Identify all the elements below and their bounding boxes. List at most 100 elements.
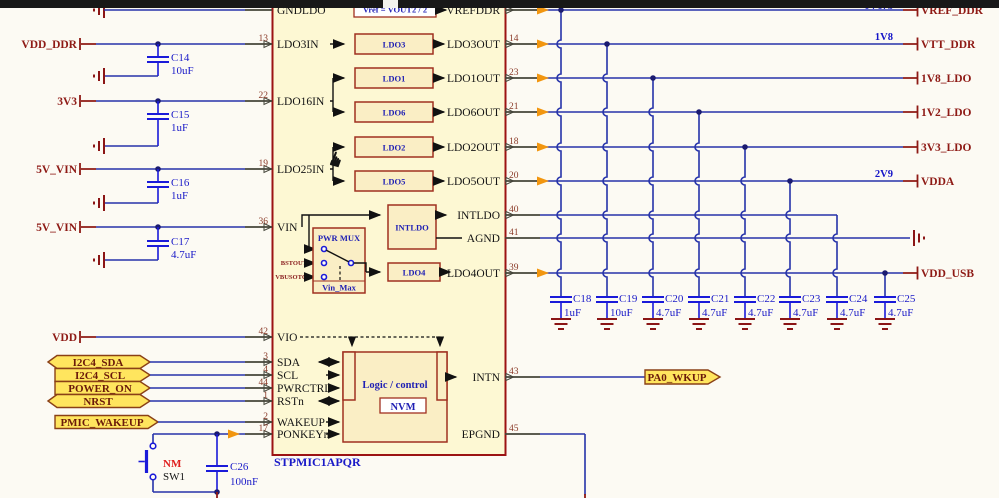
pin-name-ldo4out: LDO4OUT xyxy=(447,268,500,280)
net-flag-label: POWER_ON xyxy=(68,383,132,395)
logic-label: Logic / control xyxy=(362,380,427,391)
pin-name-ldo3out: LDO3OUT xyxy=(447,39,500,51)
switch-contact xyxy=(150,474,156,480)
nvm-label: NVM xyxy=(390,402,415,413)
net-flag-label: PA0_WKUP xyxy=(647,372,706,384)
pin-number: 23 xyxy=(509,68,519,78)
pin-number: 2 xyxy=(263,412,268,422)
mux-contact xyxy=(322,261,327,266)
pin-number: 36 xyxy=(259,217,269,227)
pin-name-vio: VIO xyxy=(277,332,297,344)
power-label-1v8-ldo[interactable]: 1V8_LDO xyxy=(921,73,972,85)
junction-dot xyxy=(604,41,610,47)
volt-annotation-2v9: 2V9 xyxy=(875,169,893,180)
power-port-5v-vin-1[interactable]: 5V_VIN xyxy=(36,164,78,176)
power-label-vtt-ddr[interactable]: VTT_DDR xyxy=(921,39,976,51)
net-flag-label: I2C4_SDA xyxy=(73,357,124,369)
ldo5-label: LDO5 xyxy=(383,177,406,187)
cap-value: 4.7uF xyxy=(888,307,913,319)
cap-ref: C16 xyxy=(171,177,190,189)
pin-name-ldo16in: LDO16IN xyxy=(277,96,325,108)
cap-ref: C20 xyxy=(665,293,684,305)
no-mount-note: NM xyxy=(163,458,182,470)
cap-value: 10uF xyxy=(171,65,194,77)
pin-number: 13 xyxy=(259,34,269,44)
window-top-bar xyxy=(0,0,999,8)
ic-designator: STPMIC1APQR xyxy=(274,455,361,469)
power-port-3v3[interactable]: 3V3 xyxy=(57,96,77,108)
cap-ref: C19 xyxy=(619,293,638,305)
pin-name-ldo6out: LDO6OUT xyxy=(447,107,500,119)
schematic-canvas[interactable]: STPMIC1APQR VDD_DDR C14 10uF 3V3 xyxy=(0,0,999,498)
vin-max-label: Vin_Max xyxy=(322,283,356,293)
pin-number: 39 xyxy=(509,263,519,273)
power-label-vdd-usb[interactable]: VDD_USB xyxy=(921,268,974,280)
pin-number: 42 xyxy=(259,327,269,337)
cap-ref: C15 xyxy=(171,109,190,121)
pin-name-wakeup: WAKEUP xyxy=(277,417,325,429)
power-label-1v2-ldo[interactable]: 1V2_LDO xyxy=(921,107,972,119)
pin-number: 40 xyxy=(509,205,519,215)
logic-left-tab xyxy=(343,352,355,400)
pin-name-ldo1out: LDO1OUT xyxy=(447,73,500,85)
junction-dot xyxy=(787,178,793,184)
cap-ref: C17 xyxy=(171,236,190,248)
mux-contact xyxy=(322,247,327,252)
junction-dot xyxy=(650,75,656,81)
pin-name-sda: SDA xyxy=(277,357,301,369)
pin-number: 1 xyxy=(263,391,268,401)
cap-value: 4.7uF xyxy=(171,249,196,261)
pwr-mux-label: PWR MUX xyxy=(318,233,361,243)
pin-number: 17 xyxy=(259,424,269,434)
junction-dot xyxy=(742,144,748,150)
net-flag-label: PMIC_WAKEUP xyxy=(60,417,143,429)
pin-name-ponkeyn: PONKEYn xyxy=(277,429,330,441)
cap-value: 4.7uF xyxy=(793,307,818,319)
switch-contact xyxy=(150,443,156,449)
pin-number: 19 xyxy=(259,159,269,169)
ldo1-label: LDO1 xyxy=(383,74,406,84)
power-label-3v3-ldo[interactable]: 3V3_LDO xyxy=(921,142,972,154)
pin-name-pwrctrl: PWRCTRL xyxy=(277,383,331,395)
cap-value: 1uF xyxy=(564,307,581,319)
pin-number: 3 xyxy=(263,352,268,362)
cap-value: 4.7uF xyxy=(702,307,727,319)
cap-ref: C26 xyxy=(230,461,249,473)
mux-contact xyxy=(349,261,354,266)
mux-contact xyxy=(322,275,327,280)
pin-name-ldo25in: LDO25IN xyxy=(277,164,325,176)
junction-dot xyxy=(882,270,888,276)
pin-name-vin: VIN xyxy=(277,222,298,234)
power-label-vdda[interactable]: VDDA xyxy=(921,176,955,188)
pin-name-ldo5out: LDO5OUT xyxy=(447,176,500,188)
pwrmux-input-bstout: BSTOUT xyxy=(281,260,308,267)
volt-annotation-1v8: 1V8 xyxy=(875,32,893,43)
pin-name-intldo: INTLDO xyxy=(457,210,500,222)
pin-name-epgnd: EPGND xyxy=(462,429,500,441)
net-flag-label: NRST xyxy=(83,396,113,408)
pin-number: 14 xyxy=(509,34,519,44)
pin-number: 43 xyxy=(509,367,519,377)
cap-ref: C24 xyxy=(849,293,868,305)
power-port-5v-vin-2[interactable]: 5V_VIN xyxy=(36,222,78,234)
pin-number: 44 xyxy=(259,378,269,388)
cap-ref: C18 xyxy=(573,293,592,305)
pin-name-agnd: AGND xyxy=(467,233,500,245)
ldo4-label: LDO4 xyxy=(403,268,426,278)
cap-ref: C25 xyxy=(897,293,916,305)
pin-name-scl: SCL xyxy=(277,370,298,382)
cap-value: 4.7uF xyxy=(656,307,681,319)
pin-name-ldo3in: LDO3IN xyxy=(277,39,319,51)
pin-name-rstn: RSTn xyxy=(277,396,304,408)
power-port-vdd[interactable]: VDD xyxy=(52,332,77,344)
cap-ref: C21 xyxy=(711,293,729,305)
pin-number: 41 xyxy=(509,228,519,238)
net-flag-label: I2C4_SCL xyxy=(75,370,125,382)
pin-number: 18 xyxy=(509,137,519,147)
power-port-vdd-ddr[interactable]: VDD_DDR xyxy=(21,39,77,51)
cap-value: 10uF xyxy=(610,307,633,319)
junction-dot xyxy=(558,7,564,13)
ldo3-label: LDO3 xyxy=(383,40,406,50)
ldo6-label: LDO6 xyxy=(383,108,406,118)
switch-ref: SW1 xyxy=(163,471,185,483)
